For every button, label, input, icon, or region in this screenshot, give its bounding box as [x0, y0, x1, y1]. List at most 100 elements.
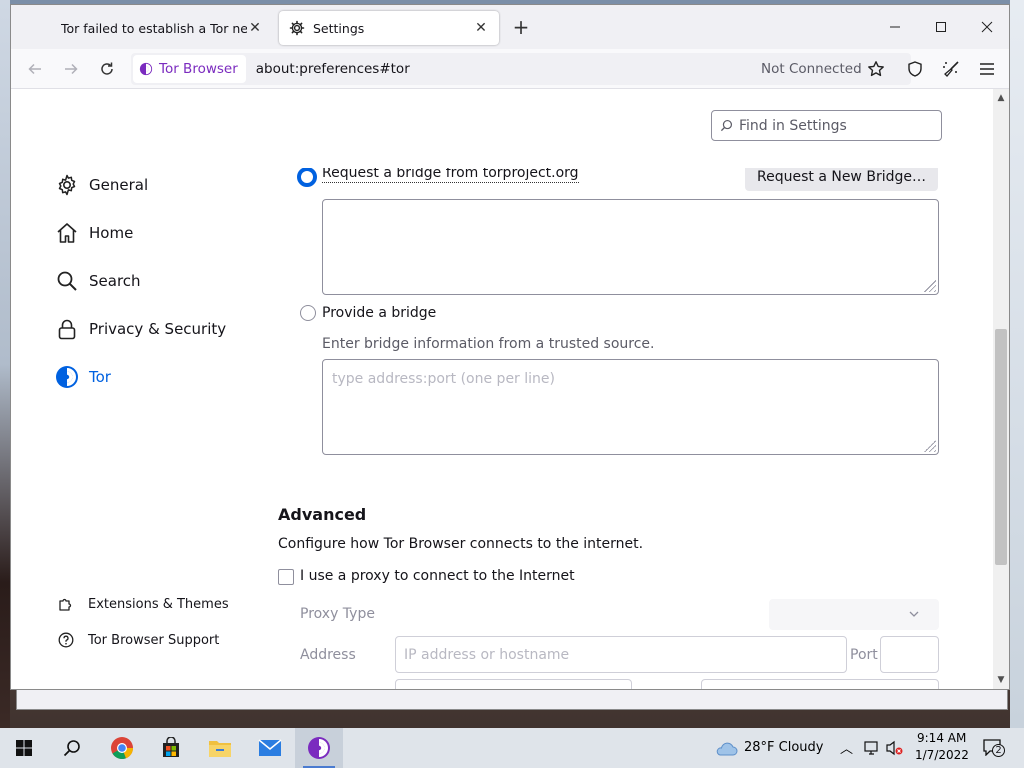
search-icon	[55, 269, 79, 293]
category-home[interactable]: Home	[55, 221, 133, 245]
category-general[interactable]: General	[55, 173, 148, 197]
use-proxy-label: I use a proxy to connect to the Internet	[300, 568, 575, 584]
windows-logo-icon	[16, 740, 32, 756]
provide-bridge-placeholder: type address:port (one per line)	[332, 371, 555, 387]
page-scrollbar[interactable]: ▲ ▼	[993, 89, 1009, 689]
file-explorer-taskbar-icon[interactable]	[196, 728, 244, 768]
gear-icon	[289, 20, 307, 36]
settings-page: Find in Settings General Home Search Pri…	[11, 89, 1009, 689]
close-tab-icon[interactable]: ✕	[473, 20, 489, 36]
tor-browser-support-link[interactable]: Tor Browser Support	[57, 631, 219, 649]
new-identity-broom-icon[interactable]	[939, 57, 963, 81]
provide-bridge-radio[interactable]	[300, 305, 316, 321]
identity-label: Tor Browser	[159, 61, 238, 77]
desktop-background-left	[0, 0, 10, 728]
tor-onion-icon	[308, 737, 330, 759]
lock-icon	[55, 317, 79, 341]
home-icon	[55, 221, 79, 245]
mail-taskbar-icon[interactable]	[246, 728, 294, 768]
weather-cloud-icon[interactable]	[714, 738, 738, 762]
back-button[interactable]	[23, 57, 47, 81]
search-icon	[720, 119, 733, 132]
proxy-username-input[interactable]	[395, 679, 632, 689]
tab-title: Tor failed to establish a Tor network	[61, 20, 247, 36]
address-label: Address	[300, 647, 356, 663]
chevron-up-icon[interactable]: ︿	[840, 738, 853, 757]
chrome-taskbar-icon[interactable]	[98, 728, 146, 768]
advanced-heading: Advanced	[278, 505, 367, 524]
proxy-password-input[interactable]	[701, 679, 939, 689]
tab-title: Settings	[313, 20, 365, 36]
resize-grip-icon[interactable]	[924, 280, 936, 292]
connection-status: Not Connected	[761, 61, 862, 77]
category-label: General	[89, 176, 149, 194]
chevron-down-icon	[909, 611, 919, 617]
network-icon[interactable]	[864, 740, 880, 760]
background-window-edge	[16, 688, 1008, 710]
footer-link-label: Tor Browser Support	[88, 632, 220, 648]
clock-time[interactable]: 9:14 AM	[917, 731, 966, 745]
gear-icon	[55, 173, 79, 197]
scrollbar-thumb[interactable]	[995, 329, 1007, 565]
requested-bridges-textarea[interactable]	[322, 199, 939, 295]
bookmark-star-icon[interactable]	[864, 57, 888, 81]
port-label: Port	[850, 647, 878, 663]
windows-taskbar: 28°F Cloudy ︿ 9:14 AM 1/7/2022 2	[0, 728, 1024, 768]
desktop-background-right	[1010, 0, 1024, 728]
notification-count-badge: 2	[992, 744, 1005, 757]
request-bridge-radio[interactable]	[297, 167, 317, 187]
shield-icon[interactable]	[903, 57, 927, 81]
reload-button[interactable]	[95, 57, 119, 81]
advanced-description: Configure how Tor Browser connects to th…	[278, 536, 644, 552]
category-label: Tor	[89, 368, 111, 386]
store-taskbar-icon[interactable]	[147, 728, 195, 768]
tor-onion-icon	[139, 62, 153, 76]
category-search[interactable]: Search	[55, 269, 141, 293]
scroll-down-arrow-icon[interactable]: ▼	[996, 675, 1006, 685]
address-placeholder: IP address or hostname	[404, 646, 570, 663]
category-label: Home	[89, 224, 134, 242]
clock-date[interactable]: 1/7/2022	[915, 748, 969, 762]
volume-muted-icon[interactable]	[886, 740, 904, 760]
taskbar-search-button[interactable]	[48, 728, 96, 768]
category-label: Privacy & Security	[89, 320, 227, 338]
puzzle-icon	[57, 595, 75, 613]
scroll-clip-mask	[291, 149, 951, 168]
notification-center-icon[interactable]: 2	[982, 738, 1006, 760]
scroll-up-arrow-icon[interactable]: ▲	[996, 93, 1006, 103]
resize-grip-icon[interactable]	[924, 440, 936, 452]
identity-box[interactable]: Tor Browser	[133, 55, 246, 83]
category-label: Search	[89, 272, 141, 290]
category-privacy-security[interactable]: Privacy & Security	[55, 317, 226, 341]
provide-bridge-hint: Enter bridge information from a trusted …	[322, 336, 655, 352]
provide-bridge-label: Provide a bridge	[322, 305, 437, 321]
weather-text[interactable]: 28°F Cloudy	[744, 740, 823, 755]
new-tab-button[interactable]: +	[511, 17, 531, 37]
category-tor[interactable]: Tor	[55, 365, 111, 389]
close-window-button[interactable]	[964, 15, 1009, 39]
maximize-button[interactable]	[918, 15, 964, 39]
navigation-toolbar: Tor Browser about:preferences#tor Not Co…	[11, 49, 1009, 89]
use-proxy-checkbox[interactable]	[278, 569, 294, 585]
extensions-themes-link[interactable]: Extensions & Themes	[57, 595, 229, 613]
tor-browser-taskbar-icon[interactable]	[295, 728, 343, 768]
start-button[interactable]	[0, 728, 48, 768]
forward-button[interactable]	[59, 57, 83, 81]
provide-bridge-textarea[interactable]: type address:port (one per line)	[322, 359, 939, 455]
proxy-type-select[interactable]	[769, 599, 939, 630]
help-icon	[57, 631, 75, 649]
find-placeholder: Find in Settings	[739, 117, 847, 134]
url-text: about:preferences#tor	[255, 61, 410, 77]
close-tab-icon[interactable]: ✕	[247, 20, 263, 36]
proxy-address-input[interactable]: IP address or hostname	[395, 636, 847, 673]
menu-hamburger-icon[interactable]	[975, 57, 999, 81]
proxy-port-input[interactable]	[880, 636, 939, 673]
browser-window: Tor failed to establish a Tor network ✕ …	[10, 4, 1010, 690]
minimize-button[interactable]	[872, 15, 918, 39]
find-in-settings-input[interactable]: Find in Settings	[711, 110, 942, 141]
search-icon	[63, 740, 80, 757]
tab-settings[interactable]: Settings ✕	[279, 11, 499, 45]
tab-tor-failed[interactable]: Tor failed to establish a Tor network ✕	[51, 11, 273, 45]
tor-onion-icon	[55, 365, 79, 389]
proxy-type-label: Proxy Type	[300, 606, 375, 622]
